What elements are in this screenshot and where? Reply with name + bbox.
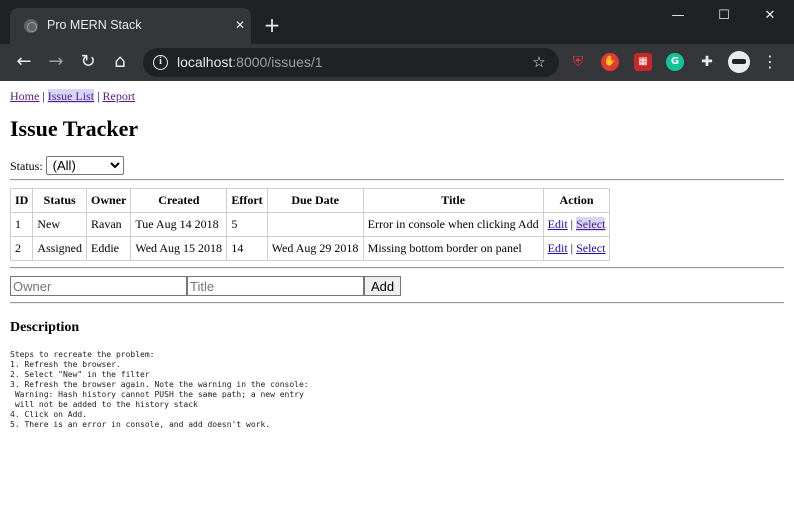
browser-titlebar: Pro MERN Stack ✕ + — ☐ ✕: [0, 0, 794, 44]
issue-filter: Status: (All): [10, 156, 784, 175]
owner-input[interactable]: [10, 276, 187, 296]
cell-effort: 14: [226, 236, 268, 261]
table-row: 1 New Ravan Tue Aug 14 2018 5 Error in c…: [9, 212, 611, 237]
cell-id: 1: [9, 212, 34, 237]
divider: [10, 179, 784, 181]
reload-icon[interactable]: ↻: [76, 50, 100, 74]
status-filter-label: Status:: [10, 159, 43, 173]
column-header-status: Status: [32, 188, 88, 213]
extension-shield-icon[interactable]: ⛨: [569, 53, 587, 71]
info-icon[interactable]: i: [153, 55, 168, 70]
back-icon[interactable]: ←: [12, 50, 36, 74]
browser-menu-icon[interactable]: ⋮: [762, 50, 778, 74]
table-row: 2 Assigned Eddie Wed Aug 15 2018 14 Wed …: [9, 236, 611, 261]
edit-link[interactable]: Edit: [548, 217, 568, 231]
nav-separator: |: [42, 89, 45, 103]
globe-icon: [24, 19, 38, 33]
browser-tab[interactable]: Pro MERN Stack ✕: [10, 8, 251, 44]
extension-grammarly-icon[interactable]: G: [666, 53, 684, 71]
column-header-owner: Owner: [86, 188, 132, 213]
close-window-icon[interactable]: ✕: [755, 6, 785, 26]
description-text: Steps to recreate the problem: 1. Refres…: [10, 350, 309, 429]
column-header-title: Title: [362, 188, 544, 213]
title-input[interactable]: [187, 276, 364, 296]
extensions-puzzle-icon[interactable]: ✚: [698, 53, 716, 71]
cell-status: New: [32, 212, 88, 237]
table-header-row: ID Status Owner Created Effort Due Date …: [9, 188, 611, 213]
cell-id: 2: [9, 236, 34, 261]
close-tab-icon[interactable]: ✕: [232, 17, 248, 33]
select-link[interactable]: Select: [576, 241, 605, 255]
maximize-icon[interactable]: ☐: [709, 6, 739, 26]
home-icon[interactable]: ⌂: [108, 50, 132, 74]
extension-hand-icon[interactable]: ✋: [601, 53, 619, 71]
bookmark-star-icon[interactable]: ☆: [529, 52, 549, 72]
cell-action: Edit | Select: [542, 236, 611, 261]
top-nav: Home | Issue List | Report: [10, 89, 784, 104]
column-header-effort: Effort: [226, 188, 268, 213]
cell-created: Wed Aug 15 2018: [130, 236, 228, 261]
cell-due-date: [266, 212, 364, 237]
column-header-due-date: Due Date: [266, 188, 364, 213]
cell-effort: 5: [226, 212, 268, 237]
cell-due-date: Wed Aug 29 2018: [266, 236, 364, 261]
url-text[interactable]: localhost:8000/issues/1: [177, 54, 323, 70]
cell-title: Error in console when clicking Add: [362, 212, 544, 237]
extension-grid-icon[interactable]: ▦: [634, 53, 652, 71]
issue-table: ID Status Owner Created Effort Due Date …: [9, 188, 611, 261]
profile-avatar[interactable]: [728, 51, 750, 73]
forward-icon[interactable]: →: [44, 50, 68, 74]
divider: [10, 267, 784, 269]
nav-issue-list-link[interactable]: Issue List: [47, 89, 95, 103]
nav-separator: |: [97, 89, 100, 103]
cell-action: Edit | Select: [542, 212, 611, 237]
column-header-id: ID: [9, 188, 34, 213]
edit-link[interactable]: Edit: [548, 241, 568, 255]
cell-status: Assigned: [32, 236, 88, 261]
column-header-action: Action: [542, 188, 611, 213]
nav-home-link[interactable]: Home: [10, 89, 39, 103]
address-bar[interactable]: i localhost:8000/issues/1 ☆: [143, 48, 559, 77]
page-content: Home | Issue List | Report Issue Tracker…: [0, 81, 794, 525]
page-title: Issue Tracker: [10, 116, 139, 141]
divider: [10, 302, 784, 304]
nav-report-link[interactable]: Report: [102, 89, 135, 103]
cell-owner: Eddie: [86, 236, 132, 261]
select-link[interactable]: Select: [576, 217, 606, 231]
cell-owner: Ravan: [86, 212, 132, 237]
cell-title: Missing bottom border on panel: [362, 236, 544, 261]
add-button[interactable]: Add: [364, 276, 402, 296]
cell-created: Tue Aug 14 2018: [130, 212, 228, 237]
column-header-created: Created: [130, 188, 228, 213]
minimize-icon[interactable]: —: [663, 6, 693, 26]
tab-title: Pro MERN Stack: [47, 18, 142, 32]
new-tab-icon[interactable]: +: [262, 15, 282, 35]
browser-toolbar: ← → ↻ ⌂ i localhost:8000/issues/1 ☆ ⛨ ✋ …: [0, 44, 794, 81]
issue-add-form: Add: [10, 276, 784, 296]
description-heading: Description: [10, 320, 80, 335]
status-filter-select[interactable]: (All): [45, 156, 124, 175]
